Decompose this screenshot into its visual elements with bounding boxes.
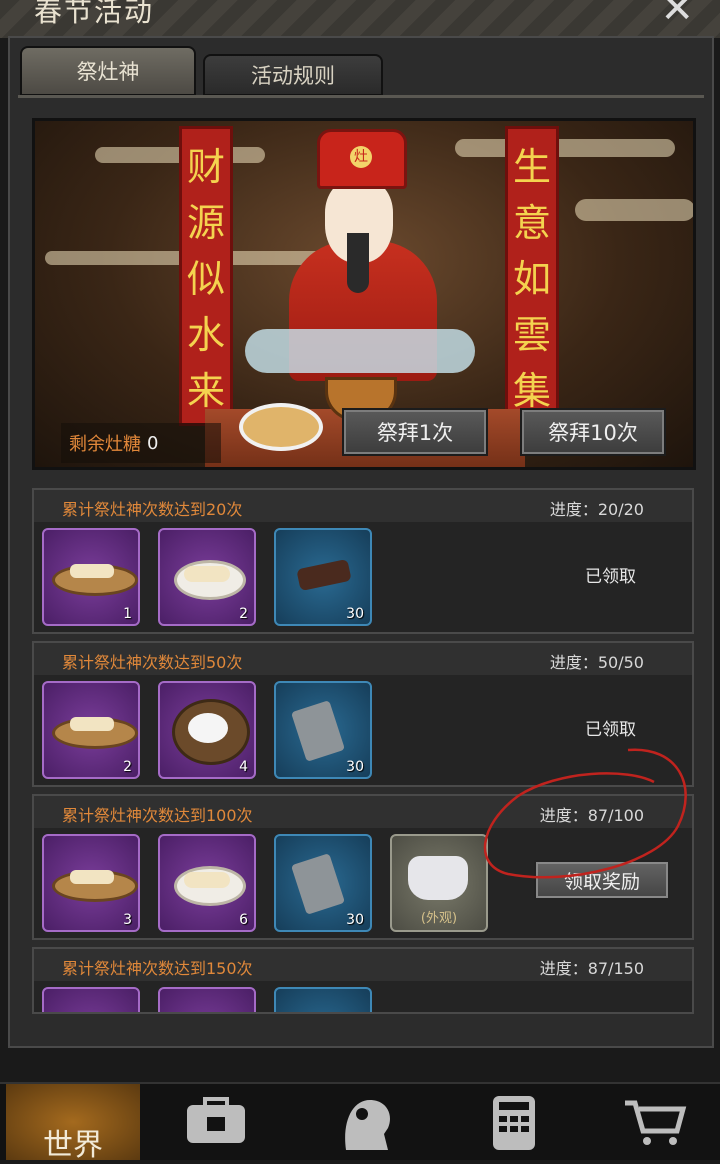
stone-fragment-icon xyxy=(290,700,346,762)
window-title: 春节活动 xyxy=(34,0,155,28)
title-bar: 春节活动 ✕ xyxy=(0,0,720,38)
claimed-status: 已领取 xyxy=(585,567,636,587)
left-couplet: 财源似水来 xyxy=(179,126,233,426)
phone-keypad-icon[interactable] xyxy=(474,1084,554,1160)
stone-fragment-icon xyxy=(290,853,346,915)
reward-progress: 进度：87/150 xyxy=(539,959,644,978)
reward-item-slot[interactable]: 30 xyxy=(274,681,372,779)
remaining-sugar-label: 剩余灶糖 xyxy=(69,434,141,455)
reward-item-slot[interactable]: 3 xyxy=(42,834,140,932)
reward-title: 累计祭灶神次数达到100次 xyxy=(62,806,253,825)
item-quantity: 3 xyxy=(123,912,132,928)
bottom-nav: 世界 xyxy=(0,1082,720,1163)
reward-item-slot[interactable]: 6 xyxy=(158,834,256,932)
tab-rules[interactable]: 活动规则 xyxy=(203,54,383,96)
right-couplet: 生意如雲集 xyxy=(505,126,559,426)
shopping-cart-icon[interactable] xyxy=(614,1084,694,1160)
reward-item-slot[interactable] xyxy=(158,987,256,1012)
reward-card-150: 累计祭灶神次数达到150次 进度：87/150 xyxy=(32,947,694,1014)
kitchen-god-beard xyxy=(347,233,369,293)
remaining-sugar-value: 0 xyxy=(147,432,159,454)
tab-worship[interactable]: 祭灶神 xyxy=(20,46,196,96)
reward-item-slot[interactable]: 2 xyxy=(158,528,256,626)
item-quantity: 2 xyxy=(239,606,248,622)
reward-item-slot[interactable]: 4 xyxy=(158,681,256,779)
item-quantity: 30 xyxy=(346,606,364,622)
reward-title: 累计祭灶神次数达到50次 xyxy=(62,653,243,672)
item-quantity: 6 xyxy=(239,912,248,928)
nav-world[interactable]: 世界 xyxy=(6,1084,140,1163)
character-head-icon[interactable] xyxy=(326,1084,406,1160)
item-quantity: 1 xyxy=(123,606,132,622)
reward-progress: 进度：50/50 xyxy=(549,653,644,672)
worship-ten-button[interactable]: 祭拜10次 xyxy=(520,408,666,456)
reward-item-slot[interactable]: 2 xyxy=(42,681,140,779)
claimed-status: 已领取 xyxy=(585,720,636,740)
reward-card-20: 累计祭灶神次数达到20次 进度：20/20 1 2 30 已领取 xyxy=(32,488,694,634)
reward-title: 累计祭灶神次数达到150次 xyxy=(62,959,253,978)
boots-icon xyxy=(408,856,468,900)
reward-progress: 进度：20/20 xyxy=(549,500,644,519)
tab-divider xyxy=(18,95,704,98)
item-quantity: 2 xyxy=(123,759,132,775)
appearance-badge: (外观) xyxy=(420,911,458,926)
reward-item-slot[interactable]: (外观) xyxy=(390,834,488,932)
item-quantity: 30 xyxy=(346,912,364,928)
reward-item-slot[interactable]: 1 xyxy=(42,528,140,626)
worship-once-button[interactable]: 祭拜1次 xyxy=(342,408,488,456)
reward-item-slot[interactable] xyxy=(274,987,372,1012)
remaining-sugar: 剩余灶糖 0 xyxy=(61,423,221,463)
nav-world-label: 世界 xyxy=(43,1128,103,1163)
kitchen-god-hat: 灶 xyxy=(317,129,407,189)
item-quantity: 30 xyxy=(346,759,364,775)
roast-chicken xyxy=(239,403,323,451)
annotation-circle xyxy=(483,748,687,879)
close-icon[interactable]: ✕ xyxy=(660,0,694,32)
hat-character: 灶 xyxy=(350,146,372,168)
item-quantity: 4 xyxy=(239,759,248,775)
reward-item-slot[interactable]: 30 xyxy=(274,528,372,626)
chocolate-icon xyxy=(296,558,352,592)
reward-item-slot[interactable]: 30 xyxy=(274,834,372,932)
reward-item-slot[interactable] xyxy=(42,987,140,1012)
reward-title: 累计祭灶神次数达到20次 xyxy=(62,500,243,519)
backpack-icon[interactable] xyxy=(176,1084,256,1160)
